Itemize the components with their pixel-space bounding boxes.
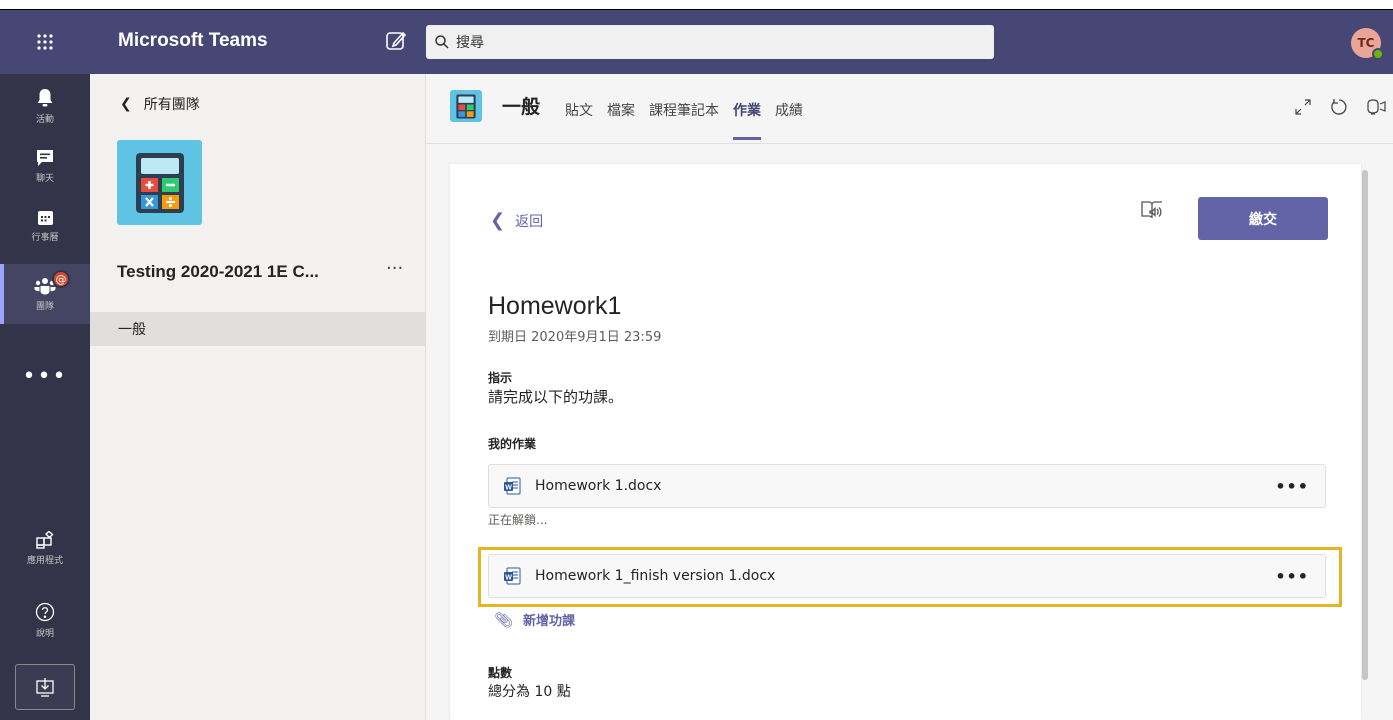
assignment-card: ❮ 返回 繳交 Homework1 到期日 2020年9月1日 23:59 指示… [450,164,1361,720]
instructions-text: 請完成以下的功課。 [488,388,624,406]
channel-calculator-icon [450,90,482,122]
meet-now-icon[interactable] [1366,98,1386,118]
more-apps-button[interactable]: ••• [0,364,90,389]
word-file-icon: W [504,567,521,585]
app-rail: 活動 聊天 行事曆 @ 團隊 ••• 應用程式 說明 [0,74,90,720]
rail-item-apps[interactable]: 應用程式 [0,518,90,578]
my-work-label: 我的作業 [488,437,537,451]
refresh-icon[interactable] [1330,98,1350,118]
rail-label-help: 說明 [35,628,54,639]
channel-header: 一般 貼文 檔案 課程筆記本 作業 成績 [426,74,1393,144]
file-row-homework-finish[interactable]: W Homework 1_finish version 1.docx ••• [488,554,1326,598]
back-button[interactable]: ❮ 返回 [490,210,543,231]
download-button[interactable] [15,664,75,710]
bell-icon [37,88,53,106]
assignment-title: Homework1 [488,292,622,320]
app-title: Microsoft Teams [118,30,268,51]
rail-label-calendar: 行事曆 [31,233,59,243]
team-panel: ❮ 所有團隊 Testing 2020-2021 1E C... ··· 一般 [90,74,426,720]
svg-text:W: W [505,485,512,492]
tab-posts[interactable]: 貼文 [565,100,593,120]
chat-icon [37,149,53,166]
add-work-button[interactable]: 📎︎ 新增功課 [494,610,576,630]
rail-item-help[interactable]: 說明 [0,590,90,650]
mention-badge: @ [52,270,70,288]
rail-label-apps: 應用程式 [26,555,63,566]
expand-icon[interactable] [1294,98,1314,118]
file-more-options-button[interactable]: ••• [1275,477,1309,496]
calendar-icon [37,211,53,225]
caption-strip [0,0,1393,10]
tab-grades[interactable]: 成績 [775,100,803,120]
tab-class-notebook[interactable]: 課程筆記本 [649,100,719,120]
rail-label-chat: 聊天 [35,173,54,184]
channel-item-general[interactable]: 一般 [90,312,425,346]
teams-window: Microsoft Teams 搜尋 TC 活動 聊天 行事曆 @ 團隊 •••… [0,0,1393,720]
top-bar: Microsoft Teams 搜尋 TC [0,10,1393,74]
chevron-left-icon: ❮ [120,96,132,112]
search-input[interactable]: 搜尋 [426,25,994,59]
tab-files[interactable]: 檔案 [607,100,635,120]
file-name: Homework 1.docx [535,478,662,494]
add-work-label: 新增功課 [523,614,576,629]
chevron-left-icon: ❮ [490,210,506,231]
unlocking-status: 正在解鎖... [488,513,548,527]
download-icon [36,678,54,697]
rail-item-activity[interactable]: 活動 [0,76,90,136]
rail-label-teams: 團隊 [35,301,54,312]
points-text: 總分為 10 點 [488,684,571,700]
avatar-initials: TC [1357,36,1375,50]
scrollbar[interactable] [1362,170,1368,680]
all-teams-label: 所有團隊 [143,97,200,113]
back-label: 返回 [515,213,544,230]
search-placeholder: 搜尋 [456,35,484,51]
channel-tabs: 貼文 檔案 課程筆記本 作業 成績 [565,100,817,140]
file-row-homework[interactable]: W Homework 1.docx ••• [488,464,1326,508]
app-launcher-icon[interactable] [0,10,90,74]
team-name: Testing 2020-2021 1E C... [117,262,319,281]
help-icon [35,602,55,621]
immersive-reader-icon[interactable] [1140,198,1166,224]
points-label: 點數 [488,666,513,680]
file-more-options-button[interactable]: ••• [1275,567,1309,586]
apps-icon [36,530,54,549]
rail-item-teams[interactable]: @ 團隊 [0,264,90,324]
rail-item-chat[interactable]: 聊天 [0,136,90,196]
word-file-icon: W [504,477,521,495]
channel-name: 一般 [502,96,541,118]
svg-text:W: W [505,575,512,582]
file-name: Homework 1_finish version 1.docx [535,568,776,584]
search-icon [435,35,449,49]
paperclip-icon: 📎︎ [494,610,514,629]
avatar[interactable]: TC [1351,28,1384,60]
rail-item-calendar[interactable]: 行事曆 [0,196,90,256]
team-more-options-button[interactable]: ··· [386,258,403,279]
calculator-icon [135,152,184,213]
due-date: 到期日 2020年9月1日 23:59 [488,330,662,345]
all-teams-link[interactable]: ❮ 所有團隊 [120,94,200,114]
team-calculator-avatar [117,140,202,225]
rail-label-activity: 活動 [35,114,54,125]
new-chat-icon[interactable] [385,30,409,54]
main-content: 一般 貼文 檔案 課程筆記本 作業 成績 ❮ 返回 繳交 Homework1 到… [426,74,1393,720]
tab-assignments[interactable]: 作業 [733,100,761,140]
instructions-label: 指示 [488,371,513,385]
presence-available-icon [1372,48,1384,60]
turn-in-button[interactable]: 繳交 [1198,197,1328,240]
